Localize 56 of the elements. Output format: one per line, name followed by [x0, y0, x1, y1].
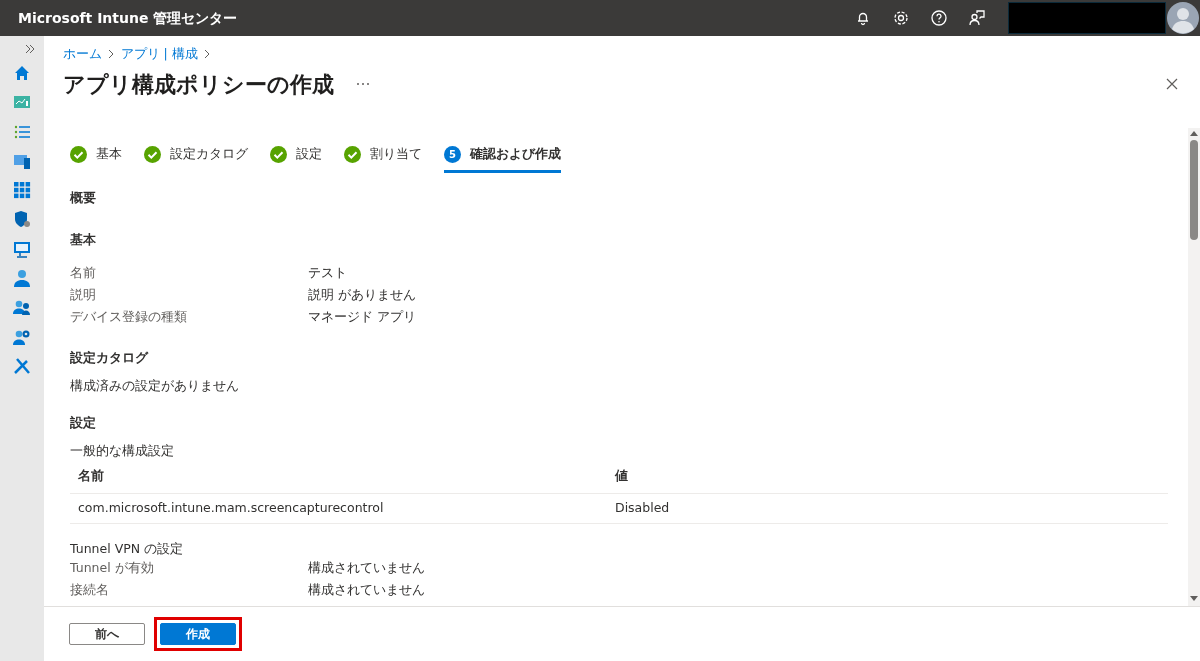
chevron-icon [108, 49, 115, 59]
chevron-icon [203, 49, 210, 59]
property-value: 構成されていません [308, 581, 425, 598]
avatar[interactable] [1166, 1, 1200, 35]
wizard-step[interactable]: 設定カタログ [144, 142, 248, 173]
create-button[interactable]: 作成 [160, 623, 237, 645]
property-label: Tunnel が有効 [70, 559, 155, 576]
property-value: 構成されていません [308, 559, 425, 576]
page-title: アプリ構成ポリシーの作成 [63, 70, 334, 99]
home-icon[interactable] [13, 64, 31, 82]
scroll-up-icon[interactable] [1190, 130, 1198, 136]
column-header: 値 [615, 467, 628, 485]
section-heading: 設定カタログ [70, 349, 150, 366]
empty-message: 構成済みの設定がありません [70, 377, 240, 394]
property-label: 名前 [70, 265, 97, 282]
settings-icon[interactable] [892, 9, 910, 27]
expand-icon[interactable] [25, 44, 35, 54]
check-icon [344, 146, 361, 163]
section-heading: 設定 [70, 415, 97, 432]
wizard-step[interactable]: 設定 [270, 142, 322, 173]
column-header: 名前 [77, 467, 105, 485]
breadcrumb-link[interactable]: アプリ | 構成 [120, 44, 198, 64]
shield-icon[interactable] [13, 210, 31, 229]
apps-icon[interactable] [13, 181, 31, 200]
breadcrumb-link[interactable]: ホーム [63, 44, 102, 64]
subsection-heading: 一般的な構成設定 [70, 443, 175, 460]
property-value: テスト [308, 265, 347, 282]
wizard-step[interactable]: 基本 [70, 142, 122, 173]
help-icon[interactable] [930, 9, 948, 27]
back-button[interactable]: 前へ [69, 623, 145, 645]
check-icon [70, 146, 87, 163]
property-value: 説明 がありません [308, 287, 416, 304]
monitor-icon[interactable] [13, 239, 31, 258]
user-icon[interactable] [13, 269, 31, 288]
section-heading: 基本 [70, 232, 97, 249]
users-icon[interactable] [13, 298, 31, 317]
scrollbar[interactable] [1188, 128, 1200, 606]
property-label: デバイス登録の種類 [70, 309, 188, 326]
step-number: 5 [444, 146, 461, 163]
scrollbar-thumb[interactable] [1190, 140, 1198, 240]
property-value: マネージド アプリ [308, 309, 416, 326]
property-label: 接続名 [70, 581, 110, 598]
scroll-down-icon[interactable] [1190, 596, 1198, 602]
more-icon[interactable] [356, 82, 370, 86]
app-title: Microsoft Intune 管理センター [17, 8, 238, 28]
property-label: 説明 [70, 287, 97, 304]
table-cell-text: com.microsoft.intune.mam.screencapturecontrol [77, 499, 385, 517]
check-icon [270, 146, 287, 163]
wizard-step[interactable]: 5 確認および作成 [444, 142, 561, 173]
check-icon [144, 146, 161, 163]
table-cell: Disabled [615, 499, 670, 517]
wizard-step[interactable]: 割り当て [344, 142, 422, 173]
close-icon[interactable] [1166, 78, 1178, 90]
section-heading: 概要 [70, 190, 97, 207]
feedback-icon[interactable] [968, 9, 986, 27]
subsection-heading: Tunnel VPN の設定 [70, 540, 185, 557]
